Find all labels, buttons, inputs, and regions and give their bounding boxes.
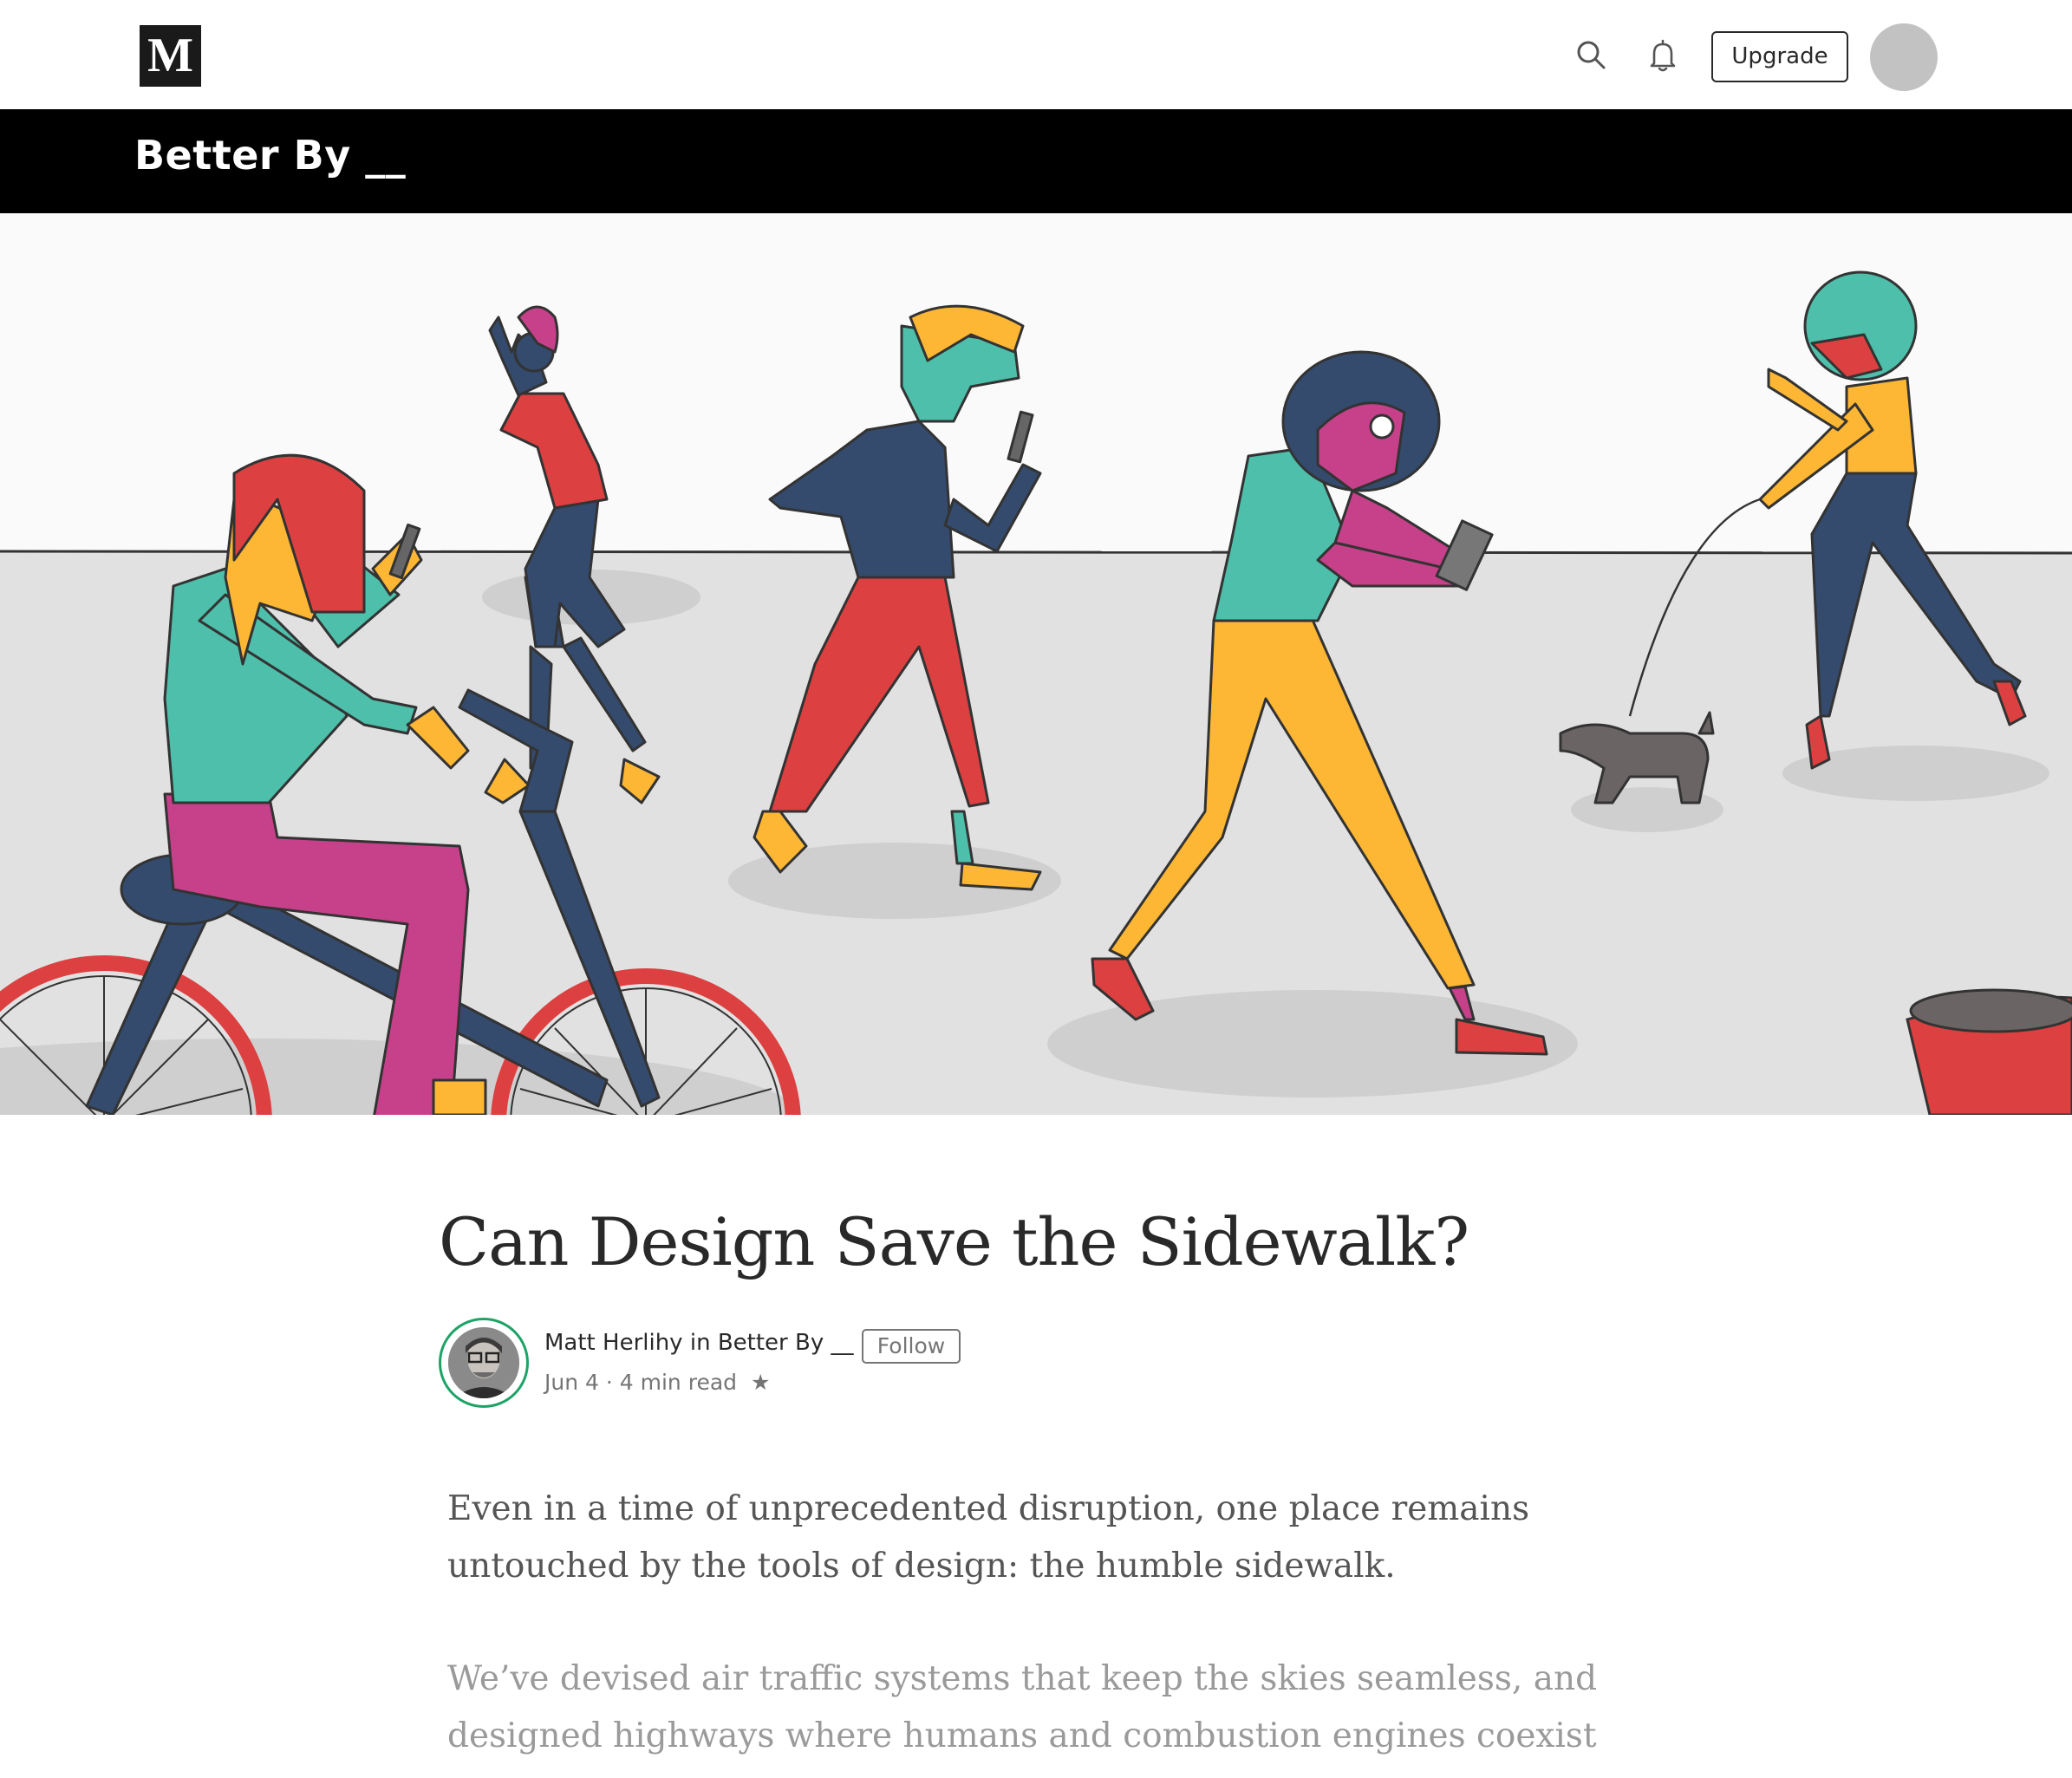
member-star-icon: ★ xyxy=(750,1370,771,1395)
meta-separator: · xyxy=(605,1370,613,1395)
article-meta: Jun 4 · 4 min read ★ xyxy=(544,1370,770,1395)
author-avatar-ring[interactable] xyxy=(439,1318,529,1408)
article-title: Can Design Save the Sidewalk? xyxy=(439,1203,1469,1280)
upgrade-button[interactable]: Upgrade xyxy=(1711,31,1848,82)
publication-name[interactable]: Better By __ xyxy=(134,132,406,179)
byline-publication[interactable]: Better By __ xyxy=(718,1330,854,1356)
hero-illustration xyxy=(0,213,2072,1115)
search-icon[interactable] xyxy=(1573,36,1611,75)
article-paragraph: Even in a time of unprecedented disrupti… xyxy=(447,1489,1530,1586)
byline: Matt Herlihy in Better By __ xyxy=(544,1330,853,1356)
medium-logo[interactable]: M xyxy=(140,25,201,87)
author-avatar[interactable] xyxy=(448,1327,519,1398)
article-paragraph: We’ve devised air traffic systems that k… xyxy=(447,1659,1598,1778)
bell-icon[interactable] xyxy=(1644,36,1682,75)
top-navigation-bar: M Upgrade xyxy=(0,0,2072,109)
read-time: 4 min read xyxy=(619,1370,738,1395)
user-avatar[interactable] xyxy=(1870,23,1938,91)
publish-date: Jun 4 xyxy=(544,1370,599,1395)
byline-in: in xyxy=(689,1330,711,1356)
follow-button[interactable]: Follow xyxy=(862,1329,961,1364)
author-name[interactable]: Matt Herlihy xyxy=(544,1330,683,1356)
publication-bar: Better By __ xyxy=(0,109,2072,213)
